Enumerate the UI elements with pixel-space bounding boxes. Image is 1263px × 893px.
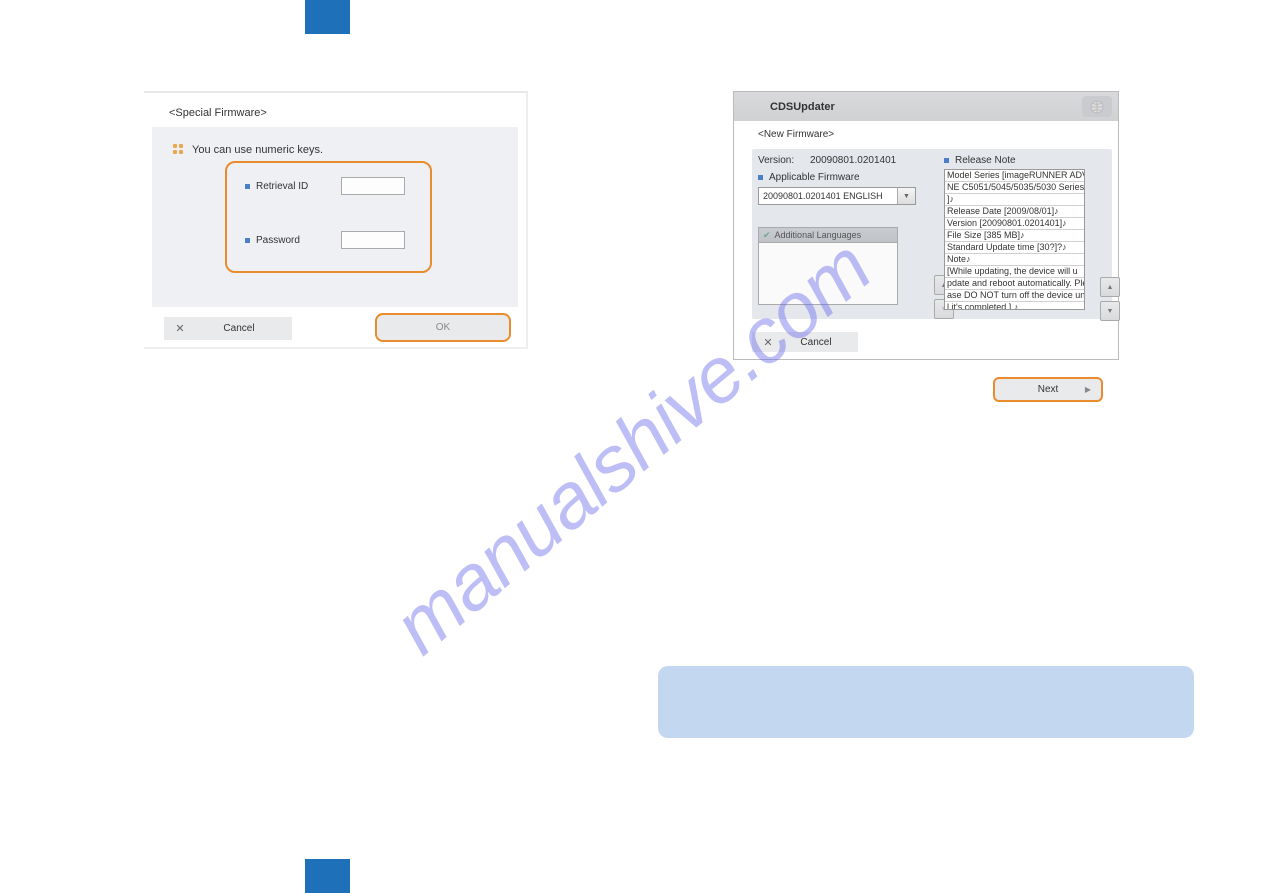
cdsupdater-title: CDSUpdater	[770, 101, 835, 113]
release-note-line: Model Series [imageRUNNER ADVAC	[945, 170, 1084, 182]
note-box	[658, 666, 1194, 738]
additional-languages-label: Additional Languages	[775, 230, 862, 240]
password-label: Password	[256, 235, 300, 246]
release-note-line: Standard Update time [30?]?♪	[945, 242, 1084, 254]
chevron-right-icon: ▶	[1085, 385, 1091, 394]
close-icon: ✕	[762, 336, 774, 348]
cancel-button[interactable]: ✕ Cancel	[752, 332, 858, 352]
close-icon: ✕	[174, 323, 186, 335]
release-note-line: Note♪	[945, 254, 1084, 266]
release-note-line: NE C5051/5045/5035/5030 Series	[945, 182, 1084, 194]
cancel-label: Cancel	[774, 337, 858, 348]
decorative-blue-block-top	[305, 0, 350, 34]
firmware-left-column: Version: 20090801.0201401 Applicable Fir…	[758, 155, 932, 305]
release-note-label: Release Note	[955, 155, 1016, 166]
numeric-keys-info: You can use numeric keys.	[172, 143, 323, 157]
cancel-button[interactable]: ✕ Cancel	[164, 317, 292, 340]
release-note-line: ]♪	[945, 194, 1084, 206]
special-firmware-body: You can use numeric keys. Retrieval ID P…	[152, 127, 518, 307]
additional-languages-list[interactable]	[758, 243, 898, 305]
special-firmware-panel: <Special Firmware> You can use numeric k…	[144, 91, 528, 349]
release-note-section: Release Note Model Series [imageRUNNER A…	[944, 155, 1104, 310]
scroll-down-button[interactable]: ▼	[1100, 301, 1120, 321]
next-button[interactable]: Next ▶	[993, 377, 1103, 402]
decorative-blue-block-bottom	[305, 859, 350, 893]
credentials-form: Retrieval ID Password	[225, 161, 432, 273]
release-note-line: l it's completed.] ♪	[945, 302, 1084, 310]
chevron-down-icon: ▼	[897, 188, 915, 204]
check-icon: ✔	[763, 230, 771, 241]
version-value: 20090801.0201401	[810, 155, 896, 166]
bullet-icon	[758, 175, 763, 180]
applicable-firmware-label: Applicable Firmware	[769, 172, 860, 183]
ok-label: OK	[436, 322, 450, 333]
cdsupdater-header: CDSUpdater	[734, 92, 1118, 121]
new-firmware-subtitle: <New Firmware>	[734, 121, 1118, 140]
release-note-line: ase DO NOT turn off the device unti	[945, 290, 1084, 302]
release-note-line: Release Date [2009/08/01]♪	[945, 206, 1084, 218]
applicable-firmware-value: 20090801.0201401 ENGLISH	[763, 191, 883, 201]
release-note-line: Version [20090801.0201401]♪	[945, 218, 1084, 230]
bullet-icon	[944, 158, 949, 163]
applicable-firmware-select[interactable]: 20090801.0201401 ENGLISH ▼	[758, 187, 916, 205]
cdsupdater-panel: CDSUpdater <New Firmware> Version: 20090…	[733, 91, 1119, 360]
scroll-up-button[interactable]: ▲	[1100, 277, 1120, 297]
next-label: Next	[1038, 384, 1059, 395]
numeric-keys-icon	[172, 143, 186, 157]
release-note-line: [While updating, the device will u	[945, 266, 1084, 278]
bullet-icon	[245, 184, 250, 189]
ok-button[interactable]: OK	[375, 313, 511, 342]
additional-languages-section: ✔ Additional Languages	[758, 227, 898, 305]
globe-icon	[1082, 96, 1112, 117]
release-note-line: pdate and reboot automatically. Ple	[945, 278, 1084, 290]
numeric-keys-text: You can use numeric keys.	[192, 144, 323, 156]
release-note-box[interactable]: Model Series [imageRUNNER ADVAC NE C5051…	[944, 169, 1085, 310]
version-label: Version:	[758, 155, 810, 166]
retrieval-id-label: Retrieval ID	[256, 181, 308, 192]
retrieval-id-input[interactable]	[341, 177, 405, 195]
cancel-label: Cancel	[186, 323, 292, 334]
release-note-line: File Size [385 MB]♪	[945, 230, 1084, 242]
bullet-icon	[245, 238, 250, 243]
special-firmware-title: <Special Firmware>	[169, 107, 267, 119]
firmware-body: Version: 20090801.0201401 Applicable Fir…	[752, 149, 1112, 319]
password-input[interactable]	[341, 231, 405, 249]
